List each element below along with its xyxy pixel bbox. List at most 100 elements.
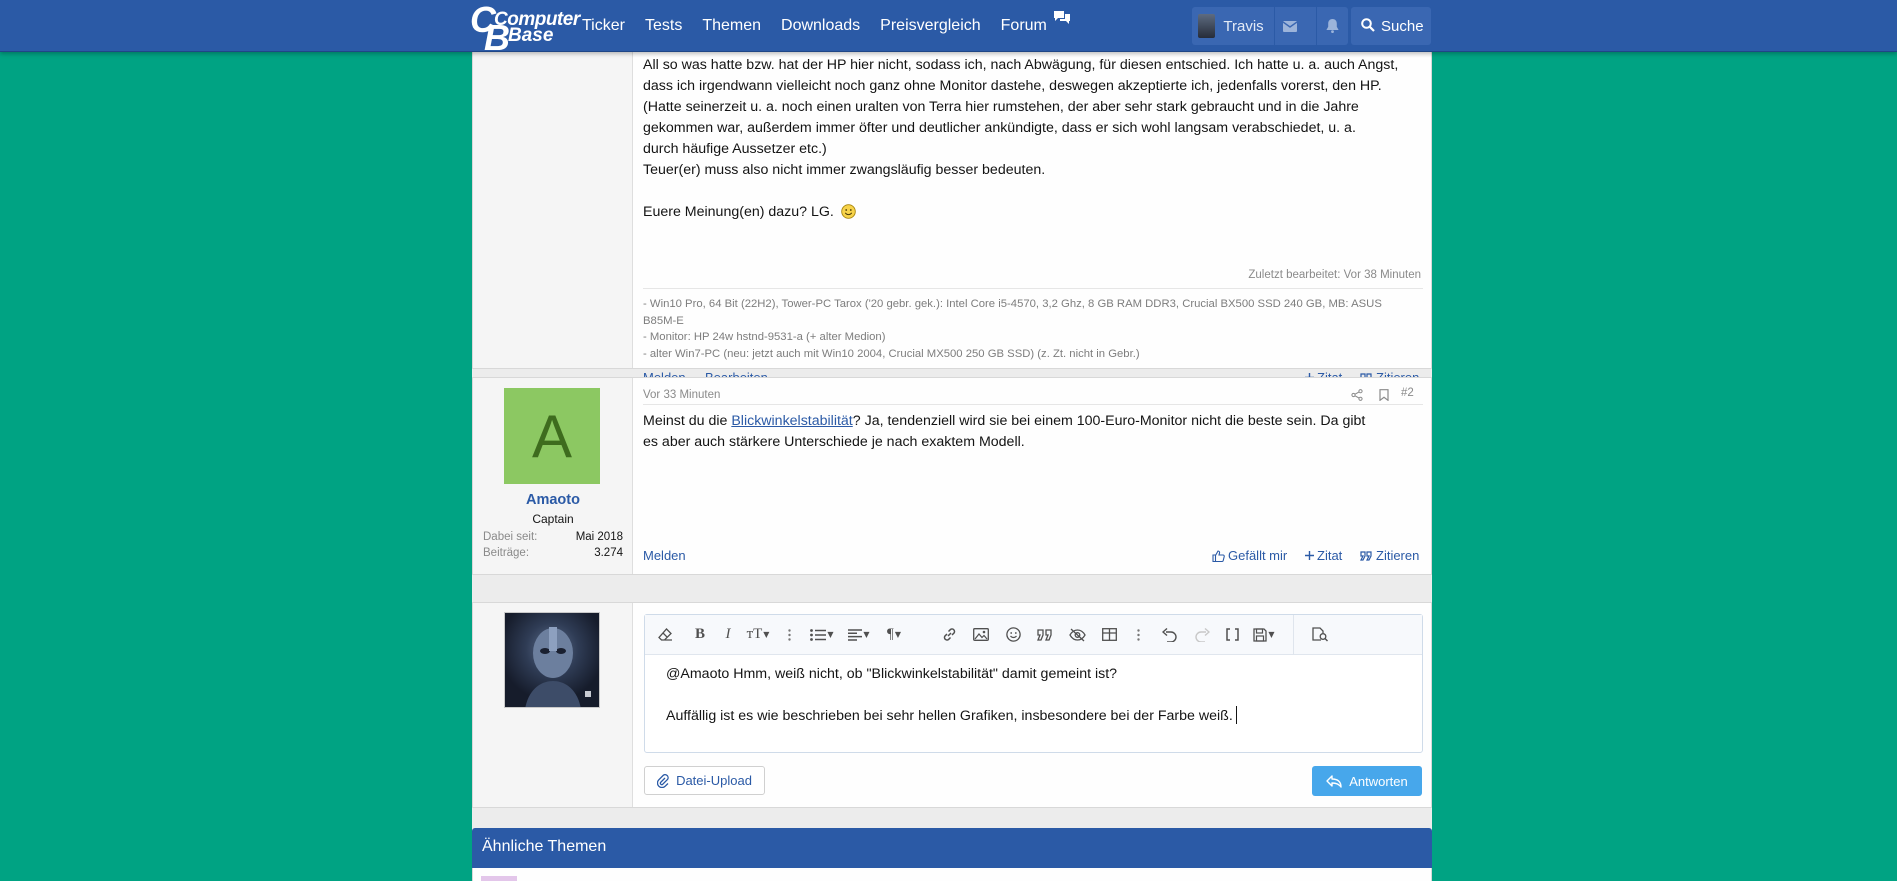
report-link[interactable]: Melden bbox=[643, 548, 686, 563]
signature-line: - Monitor: HP 24w hstnd-9531-a (+ alter … bbox=[643, 331, 886, 343]
nav-preisvergleich[interactable]: Preisvergleich bbox=[880, 17, 980, 35]
nav-ticker[interactable]: Ticker bbox=[582, 17, 625, 35]
signature-line: B85M-E bbox=[643, 314, 684, 327]
share-icon[interactable] bbox=[1351, 386, 1363, 405]
reply-textarea[interactable]: @Amaoto Hmm, weiß nicht, ob "Blickwinkel… bbox=[666, 664, 1406, 727]
more-vertical-icon[interactable] bbox=[775, 615, 803, 655]
quote-link[interactable]: Zitieren bbox=[1360, 548, 1419, 563]
thumbs-up-icon bbox=[1212, 549, 1225, 562]
reply-user-column bbox=[473, 603, 633, 807]
file-upload-label: Datei-Upload bbox=[676, 773, 752, 788]
reply-arrow-icon bbox=[1326, 774, 1342, 788]
paragraph-icon[interactable]: ¶ ▼ bbox=[877, 615, 911, 655]
multiquote-label: Zitat bbox=[1317, 548, 1343, 563]
user-stat-posts: Beiträge: 3.274 bbox=[483, 547, 623, 559]
link-icon[interactable] bbox=[933, 615, 965, 655]
smiley-icon bbox=[841, 204, 856, 226]
user-avatar[interactable]: A bbox=[504, 388, 600, 484]
quick-reply: B I тT ▼ ▼ ▼ ¶ ▼ ▼ @Amaoto Hmm, weiß nic… bbox=[472, 602, 1432, 808]
paperclip-icon bbox=[657, 773, 669, 788]
post-1: All so was hatte bzw. hat der HP hier ni… bbox=[472, 42, 1432, 385]
redo-icon[interactable] bbox=[1187, 615, 1217, 655]
quote-icon bbox=[1360, 550, 1372, 561]
drafts-icon[interactable]: ▼ bbox=[1247, 615, 1281, 655]
quote-icon[interactable] bbox=[1029, 615, 1061, 655]
post-1-line: gekommen war, außerdem immer öfter und d… bbox=[643, 120, 1356, 136]
top-navigation-bar: C Computer B Base Ticker Tests Themen Down… bbox=[0, 0, 1897, 58]
search-label: Suche bbox=[1381, 17, 1424, 35]
more-vertical-icon[interactable] bbox=[911, 615, 933, 655]
post-header-divider bbox=[643, 404, 1423, 405]
user-menu: Travis bbox=[1192, 7, 1348, 45]
table-icon[interactable] bbox=[1093, 615, 1125, 655]
thread-thumbnail[interactable] bbox=[481, 876, 517, 881]
chat-bubbles-icon bbox=[1053, 10, 1071, 31]
reply-label: Antworten bbox=[1349, 773, 1408, 789]
signature-line: - Win10 Pro, 64 Bit (22H2), Tower-PC Tar… bbox=[643, 298, 1382, 310]
user-title: Captain bbox=[532, 512, 574, 526]
username[interactable]: Amaoto bbox=[473, 492, 633, 508]
post-2-user-column: A Amaoto Captain Dabei seit: Mai 2018 Bei… bbox=[473, 378, 633, 574]
nav-forum[interactable]: Forum bbox=[1000, 10, 1071, 35]
my-avatar[interactable] bbox=[504, 612, 600, 708]
last-edited-note: Zuletzt bearbeitet: Vor 38 Minuten bbox=[1248, 269, 1421, 281]
like-label: Gefällt mir bbox=[1228, 548, 1288, 563]
post-1-line: dass ich irgendwann vielleicht noch ganz… bbox=[643, 78, 1382, 94]
post-number[interactable]: #2 bbox=[1401, 387, 1414, 399]
quote-label: Zitieren bbox=[1376, 548, 1420, 563]
thread-content: All so was hatte bzw. hat der HP hier ni… bbox=[472, 42, 1432, 881]
signature-line: - alter Win7-PC (neu: jetzt auch mit Win… bbox=[643, 347, 1140, 360]
similar-threads-title: Ähnliche Themen bbox=[482, 838, 607, 855]
user-stat-joined: Dabei seit: Mai 2018 bbox=[483, 531, 623, 543]
nav-forum-label: Forum bbox=[1000, 17, 1047, 34]
post-1-line: (Hatte seinerzeit u. a. noch einen uralt… bbox=[643, 99, 1359, 115]
text-caret bbox=[1235, 706, 1237, 724]
spoiler-eye-icon[interactable] bbox=[1061, 615, 1093, 655]
wiki-link[interactable]: Blickwinkelstabilität bbox=[731, 413, 852, 429]
bbcode-icon[interactable] bbox=[1217, 615, 1247, 655]
file-upload-button[interactable]: Datei-Upload bbox=[644, 766, 765, 795]
similar-threads-header: Ähnliche Themen bbox=[472, 828, 1432, 868]
post-1-line: Teuer(er) muss also nicht immer zwangslä… bbox=[643, 162, 1046, 178]
align-icon[interactable]: ▼ bbox=[841, 615, 877, 655]
post-1-line: All so was hatte bzw. hat der HP hier ni… bbox=[643, 57, 1399, 73]
nav-tests[interactable]: Tests bbox=[645, 17, 682, 35]
post-1-closing: Euere Meinung(en) dazu? LG. bbox=[643, 202, 1423, 226]
search-button[interactable]: Suche bbox=[1351, 7, 1431, 45]
like-link[interactable]: Gefällt mir bbox=[1212, 548, 1287, 563]
multiquote-link[interactable]: Zitat bbox=[1305, 548, 1342, 563]
preview-icon[interactable] bbox=[1294, 615, 1346, 655]
search-icon bbox=[1361, 17, 1375, 36]
reply-line: @Amaoto Hmm, weiß nicht, ob "Blickwinkel… bbox=[666, 666, 1118, 682]
nav-downloads[interactable]: Downloads bbox=[781, 17, 860, 35]
undo-icon[interactable] bbox=[1151, 615, 1187, 655]
post-1-signature: - Win10 Pro, 64 Bit (22H2), Tower-PC Tar… bbox=[643, 296, 1423, 362]
computerbase-logo[interactable]: C Computer B Base bbox=[470, 0, 580, 58]
user-avatar[interactable] bbox=[1198, 14, 1216, 38]
eraser-icon[interactable] bbox=[645, 615, 685, 655]
more-vertical-icon[interactable] bbox=[1125, 615, 1151, 655]
envelope-icon[interactable] bbox=[1275, 20, 1306, 32]
reply-line: Auffällig ist es wie beschrieben bei seh… bbox=[666, 706, 1406, 727]
post-1-line: durch häufige Aussetzer etc.) bbox=[643, 141, 827, 157]
bookmark-icon[interactable] bbox=[1379, 386, 1389, 405]
post-1-body: All so was hatte bzw. hat der HP hier ni… bbox=[643, 55, 1423, 226]
signature-divider bbox=[643, 288, 1423, 289]
bell-icon[interactable] bbox=[1317, 19, 1348, 33]
user-name[interactable]: Travis bbox=[1223, 18, 1263, 35]
post-2: A Amaoto Captain Dabei seit: Mai 2018 Bei… bbox=[472, 377, 1432, 575]
list-icon[interactable]: ▼ bbox=[803, 615, 841, 655]
main-nav: Ticker Tests Themen Downloads Preisvergl… bbox=[582, 0, 1091, 52]
plus-icon bbox=[1305, 551, 1314, 560]
reply-button[interactable]: Antworten bbox=[1312, 766, 1422, 796]
nav-themen[interactable]: Themen bbox=[702, 17, 761, 35]
rich-text-editor: B I тT ▼ ▼ ▼ ¶ ▼ ▼ @Amaoto Hmm, weiß nic… bbox=[644, 614, 1423, 753]
italic-icon[interactable]: I bbox=[715, 615, 741, 655]
emoji-icon[interactable] bbox=[997, 615, 1029, 655]
similar-threads-list bbox=[472, 868, 1432, 881]
image-icon[interactable] bbox=[965, 615, 997, 655]
post-time[interactable]: Vor 33 Minuten bbox=[643, 389, 720, 401]
font-size-icon[interactable]: тT ▼ bbox=[741, 615, 775, 655]
bold-icon[interactable]: B bbox=[685, 615, 715, 655]
post-1-user-column bbox=[473, 43, 633, 368]
